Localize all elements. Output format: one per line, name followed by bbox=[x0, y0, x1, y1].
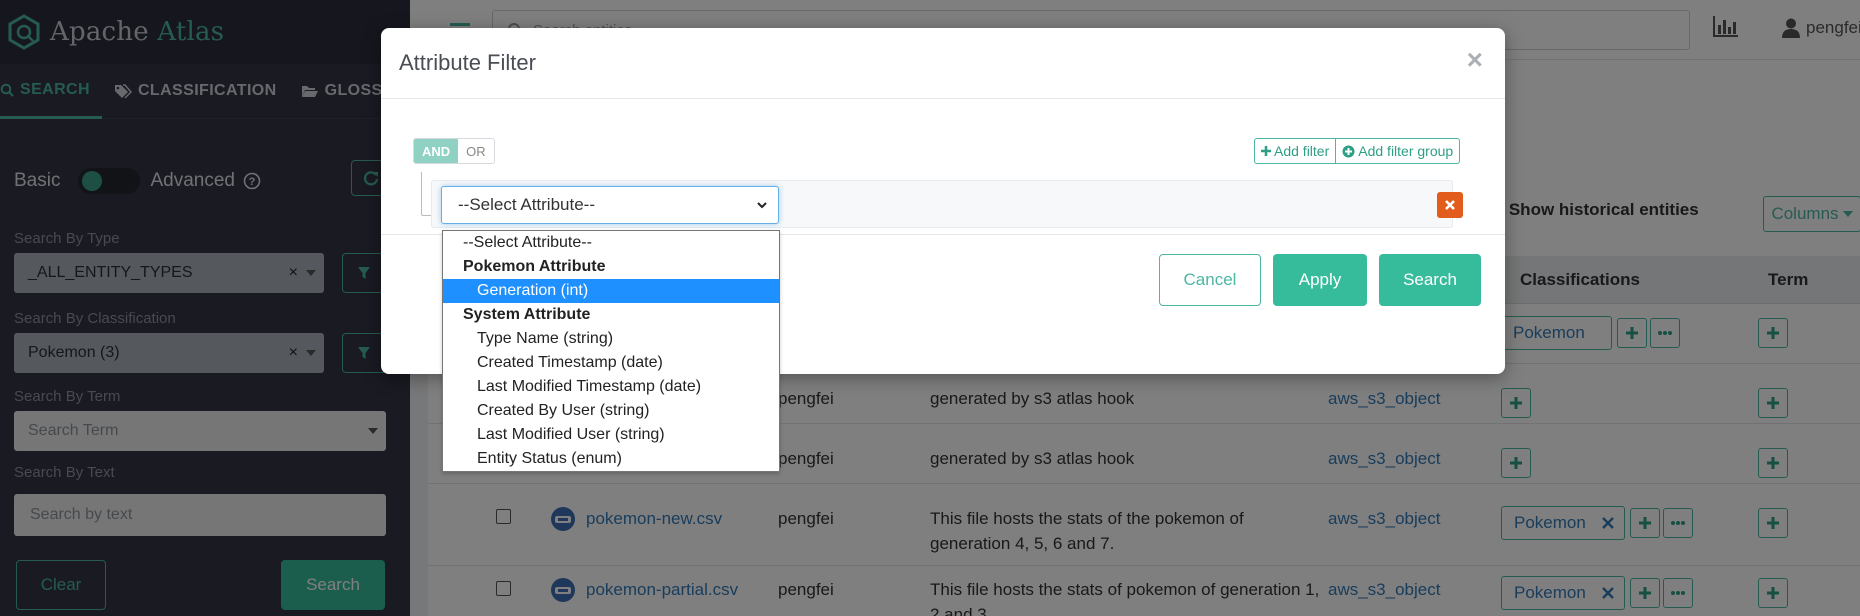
dropdown-option[interactable]: Created Timestamp (date) bbox=[443, 351, 779, 375]
chevron-down-icon bbox=[757, 202, 767, 209]
dropdown-group-label: Pokemon Attribute bbox=[463, 258, 606, 275]
add-filter-button[interactable]: Add filter bbox=[1254, 138, 1337, 164]
modal-title: Attribute Filter bbox=[399, 50, 536, 75]
attribute-select[interactable]: --Select Attribute-- bbox=[441, 186, 779, 224]
dropdown-option-placeholder[interactable]: --Select Attribute-- bbox=[443, 231, 779, 255]
or-button[interactable]: OR bbox=[458, 139, 494, 163]
rule-connector-line bbox=[421, 172, 431, 216]
close-icon bbox=[1445, 200, 1455, 210]
modal-header-divider bbox=[381, 98, 1505, 99]
dropdown-option[interactable]: Generation (int) bbox=[443, 279, 779, 303]
dropdown-option[interactable]: Created By User (string) bbox=[443, 399, 779, 423]
and-button[interactable]: AND bbox=[414, 139, 459, 163]
attribute-dropdown-list: --Select Attribute-- Pokemon Attribute G… bbox=[442, 230, 780, 472]
dropdown-group-label: System Attribute bbox=[463, 306, 591, 323]
apply-button[interactable]: Apply bbox=[1273, 254, 1367, 306]
close-icon[interactable]: × bbox=[1467, 44, 1483, 76]
cancel-button[interactable]: Cancel bbox=[1159, 254, 1261, 306]
add-filter-group-label: Add filter group bbox=[1358, 143, 1454, 159]
delete-rule-button[interactable] bbox=[1437, 192, 1463, 218]
plus-icon bbox=[1261, 146, 1271, 156]
dropdown-option[interactable]: Last Modified Timestamp (date) bbox=[443, 375, 779, 399]
add-filter-group-buttons: Add filter Add filter group bbox=[1254, 138, 1461, 164]
add-filter-group-button[interactable]: Add filter group bbox=[1336, 138, 1461, 164]
dropdown-option[interactable]: Type Name (string) bbox=[443, 327, 779, 351]
add-filter-label: Add filter bbox=[1274, 143, 1330, 159]
dropdown-option[interactable]: Entity Status (enum) bbox=[443, 447, 779, 471]
condition-toggle: AND OR bbox=[413, 138, 495, 164]
attribute-select-value: --Select Attribute-- bbox=[458, 195, 595, 214]
dropdown-option[interactable]: Last Modified User (string) bbox=[443, 423, 779, 447]
plus-circle-icon bbox=[1342, 145, 1355, 157]
modal-search-button[interactable]: Search bbox=[1379, 254, 1481, 306]
